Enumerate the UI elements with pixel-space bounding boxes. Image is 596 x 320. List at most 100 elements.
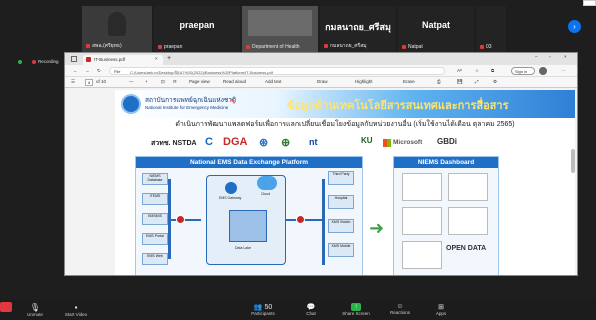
- window-control[interactable]: [583, 0, 596, 6]
- record-dot-icon: [32, 60, 36, 64]
- muted-mic-icon: [86, 43, 90, 48]
- pdf-toolbar: ☰ 4 of 10 — + ⊡ ⟳ Page view Read aloud A…: [65, 77, 577, 88]
- tab-actions-icon[interactable]: [71, 56, 77, 62]
- niem-logo-icon: [121, 94, 141, 114]
- org-name-english: National Institute for Emergency Medicin…: [145, 105, 229, 110]
- participant-video: [248, 10, 312, 36]
- dga-logo: DGA: [223, 136, 248, 148]
- items-node: ITEMS: [142, 193, 168, 205]
- participant-name: กมลนาถย_ศรีสมุ: [330, 43, 367, 49]
- participant-tile-1[interactable]: สพฉ.(ศรียุทธ): [82, 6, 152, 52]
- emsmis-node: EMSMIS: [142, 213, 168, 225]
- erase-button[interactable]: Erase: [403, 79, 415, 84]
- participants-icon: 👥: [253, 304, 263, 311]
- data-lake-label: Data Lake: [235, 246, 251, 250]
- gateway-box: EMS Gateway Cloud Data Lake: [206, 175, 286, 265]
- dashboard-thumbnail: [402, 173, 442, 201]
- participant-tile-2[interactable]: praepan praepan: [154, 6, 240, 52]
- participant-tile-6[interactable]: 03: [476, 6, 506, 52]
- highlight-button[interactable]: Highlight: [355, 79, 373, 84]
- read-mode-icon[interactable]: Aᵃ: [457, 68, 462, 73]
- tab-pdf[interactable]: IT-Business.pdf ×: [83, 55, 163, 65]
- signin-button[interactable]: Sign in: [511, 67, 535, 75]
- participants-count: 50: [264, 304, 273, 311]
- reactions-button[interactable]: ☺ Reactions: [382, 303, 418, 315]
- fit-icon[interactable]: ⊡: [161, 79, 165, 85]
- platform-title: National EMS Data Exchange Platform: [136, 157, 362, 168]
- page-total: of 10: [96, 79, 107, 84]
- apps-button[interactable]: ⊞ Apps: [428, 303, 454, 316]
- zoom-out-icon[interactable]: —: [129, 79, 134, 84]
- save-icon[interactable]: 💾: [457, 79, 463, 85]
- rotate-icon[interactable]: ⟳: [173, 79, 177, 85]
- avatar[interactable]: [539, 67, 547, 75]
- browser-window: IT-Business.pdf × + – ▫ × ← → ↻ File C:/…: [64, 52, 578, 276]
- print-icon[interactable]: ⎙: [437, 79, 441, 84]
- collections-icon[interactable]: ⧉: [491, 68, 494, 73]
- platform-panel: National EMS Data Exchange Platform NIEM…: [135, 156, 363, 275]
- kms-switch-node: KMS Switch: [328, 219, 354, 233]
- participant-name: Natpat: [408, 44, 423, 50]
- expand-icon[interactable]: ⤢: [475, 79, 479, 84]
- maximize-icon[interactable]: ▫: [549, 54, 551, 59]
- add-text-button[interactable]: Add text: [265, 79, 282, 84]
- page-view-button[interactable]: Page view: [189, 79, 210, 84]
- dashboard-thumbnail: [448, 207, 488, 235]
- forward-icon[interactable]: →: [85, 68, 90, 73]
- muted-mic-icon: [158, 44, 162, 49]
- dashboard-thumbnail: [402, 241, 442, 269]
- c-logo: C: [205, 136, 213, 148]
- chat-button[interactable]: 💬 Chat: [298, 303, 324, 316]
- muted-mic-icon: [324, 43, 328, 48]
- zoom-in-icon[interactable]: +: [145, 79, 148, 84]
- health-logo: ⊕: [281, 137, 291, 149]
- url-text: C:/Users/aek.m/Desktop/ป้อนา%20(2022)/Bu…: [130, 70, 273, 75]
- favorite-icon[interactable]: ☆: [475, 68, 479, 74]
- zoom-meeting-window: สพฉ.(ศรียุทธ) praepan praepan Department…: [0, 0, 596, 320]
- data-lake-icon: [229, 210, 267, 242]
- refresh-icon[interactable]: ↻: [97, 68, 101, 74]
- participant-display-name: praepan: [179, 20, 215, 30]
- dashboard-title: NIEMS Dashboard: [394, 157, 498, 168]
- security-shield-icon: [176, 215, 185, 224]
- gateway-label: EMS Gateway: [219, 196, 242, 200]
- participant-tile-3[interactable]: Department of Health: [242, 6, 318, 52]
- microsoft-icon: [383, 139, 391, 147]
- open-data-logo: OPEN DATA: [446, 245, 487, 252]
- participant-tile-5[interactable]: Natpat Natpat: [398, 6, 474, 52]
- back-icon[interactable]: ←: [73, 68, 78, 73]
- kms-mobile-node: KMS Mobile: [328, 243, 354, 257]
- address-bar[interactable]: File C:/Users/aek.m/Desktop/ป้อนา%20(202…: [109, 67, 445, 75]
- unmute-label: Unmute: [27, 312, 43, 317]
- share-screen-button[interactable]: ↑ Share Screen: [336, 303, 376, 316]
- settings-icon[interactable]: ⚙: [493, 79, 497, 85]
- unmute-button[interactable]: 🎙 Unmute: [20, 303, 50, 317]
- zoom-toolbar: 🎙 Unmute ▪ Start Video 👥 50 Participants…: [0, 300, 596, 320]
- ku-logo: KU: [361, 136, 373, 145]
- participant-tile-4[interactable]: กมลนาถย_ศรีสมุ กมลนาถย_ศรีสมุ: [320, 6, 396, 52]
- close-icon[interactable]: ×: [155, 56, 158, 61]
- page-number-input[interactable]: 4: [85, 79, 93, 86]
- read-aloud-button[interactable]: Read aloud: [223, 79, 246, 84]
- slide-header: สถาบันการแพทย์ฉุกเฉินแห่งชาติ National I…: [115, 90, 575, 118]
- draw-button[interactable]: Draw: [317, 79, 328, 84]
- next-page-arrow-icon[interactable]: ›: [568, 20, 581, 33]
- ems-web-node: EMS Web: [142, 253, 168, 265]
- start-video-label: Start Video: [64, 312, 88, 317]
- tab-bar: IT-Business.pdf × + – ▫ ×: [65, 53, 577, 65]
- start-video-button[interactable]: ▪ Start Video: [56, 303, 96, 317]
- minimize-icon[interactable]: –: [535, 54, 538, 59]
- org-name-thai: สถาบันการแพทย์ฉุกเฉินแห่งชาติ: [145, 97, 237, 104]
- close-window-icon[interactable]: ×: [564, 54, 567, 59]
- new-tab-icon[interactable]: +: [167, 55, 171, 62]
- participant-name: praepan: [164, 44, 183, 50]
- scrollbar-thumb[interactable]: [571, 149, 575, 173]
- more-icon[interactable]: …: [561, 67, 566, 72]
- partner-logos: สวทช. NSTDA C DGA ⊛ ⊕ nt KU Microsoft GB…: [115, 136, 575, 152]
- muted-mic-icon: [402, 44, 406, 49]
- nstda-logo: สวทช. NSTDA: [151, 140, 197, 147]
- muted-mic-icon: [246, 44, 250, 49]
- contents-icon[interactable]: ☰: [71, 79, 75, 85]
- connector-line: [322, 179, 325, 265]
- participants-button[interactable]: 👥 50 Participants: [240, 303, 286, 316]
